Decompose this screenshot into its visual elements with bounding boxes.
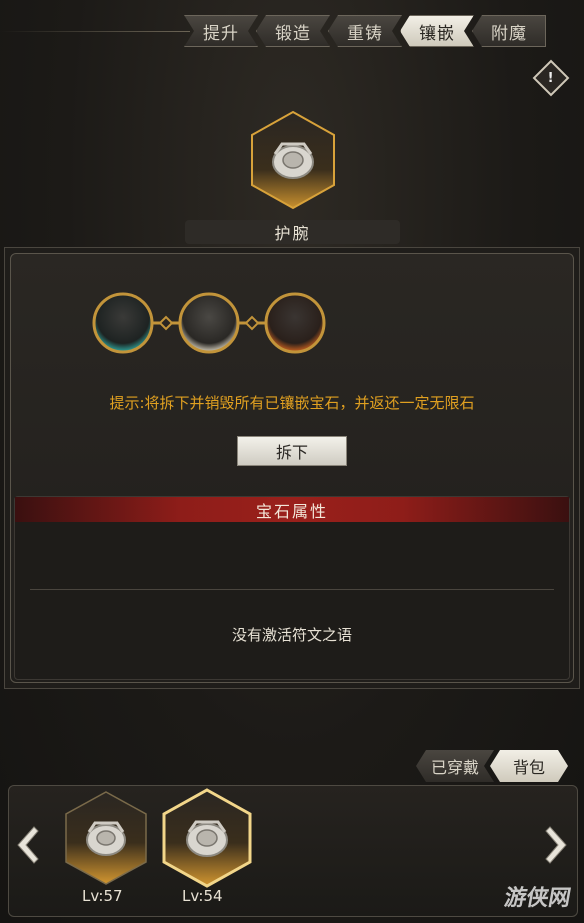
inventory-item[interactable] — [64, 790, 148, 886]
inventory-item-selected[interactable] — [162, 788, 252, 888]
tab-bar: 提升 锻造 重铸 镶嵌 附魔 — [186, 15, 546, 47]
tab-forge[interactable]: 锻造 — [256, 15, 330, 47]
item-level: Lv:57 — [82, 887, 123, 905]
equipment-slot[interactable] — [250, 110, 336, 210]
tab-backpack[interactable]: 背包 — [490, 750, 568, 782]
hint-text: 提示:将拆下并销毁所有已镶嵌宝石，并返还一定无限石 — [109, 394, 475, 412]
gem-socket-chain — [92, 292, 326, 354]
bracer-icon — [65, 791, 147, 885]
tab-inlay[interactable]: 镶嵌 — [400, 15, 474, 47]
gem-attributes-title: 宝石属性 — [15, 497, 569, 522]
gem-socket-orange[interactable] — [264, 292, 326, 354]
inventory-tab-bar: 已穿戴 背包 — [420, 750, 568, 782]
remove-gems-button[interactable]: 拆下 — [237, 436, 347, 466]
tab-equipped[interactable]: 已穿戴 — [416, 750, 494, 782]
exclamation-icon: ! — [548, 70, 554, 86]
divider — [30, 589, 554, 590]
equipment-name: 护腕 — [185, 220, 400, 244]
gem-attributes-panel — [14, 496, 570, 680]
chevron-right-icon[interactable] — [544, 825, 572, 865]
gem-socket-white[interactable] — [178, 292, 240, 354]
tab-upgrade[interactable]: 提升 — [184, 15, 258, 47]
rune-word-status: 没有激活符文之语 — [231, 626, 352, 644]
info-button[interactable]: ! — [532, 59, 570, 97]
chevron-left-icon[interactable] — [12, 825, 40, 865]
bracer-icon — [162, 788, 252, 888]
tab-enchant[interactable]: 附魔 — [472, 15, 546, 47]
gem-socket-teal[interactable] — [92, 292, 154, 354]
tab-reforge[interactable]: 重铸 — [328, 15, 402, 47]
watermark: 游侠网 — [502, 886, 573, 911]
bracer-icon — [251, 110, 335, 210]
header-decoration-line — [0, 31, 190, 32]
socket-connector — [152, 315, 180, 331]
item-level: Lv:54 — [182, 887, 223, 905]
socket-connector — [238, 315, 266, 331]
